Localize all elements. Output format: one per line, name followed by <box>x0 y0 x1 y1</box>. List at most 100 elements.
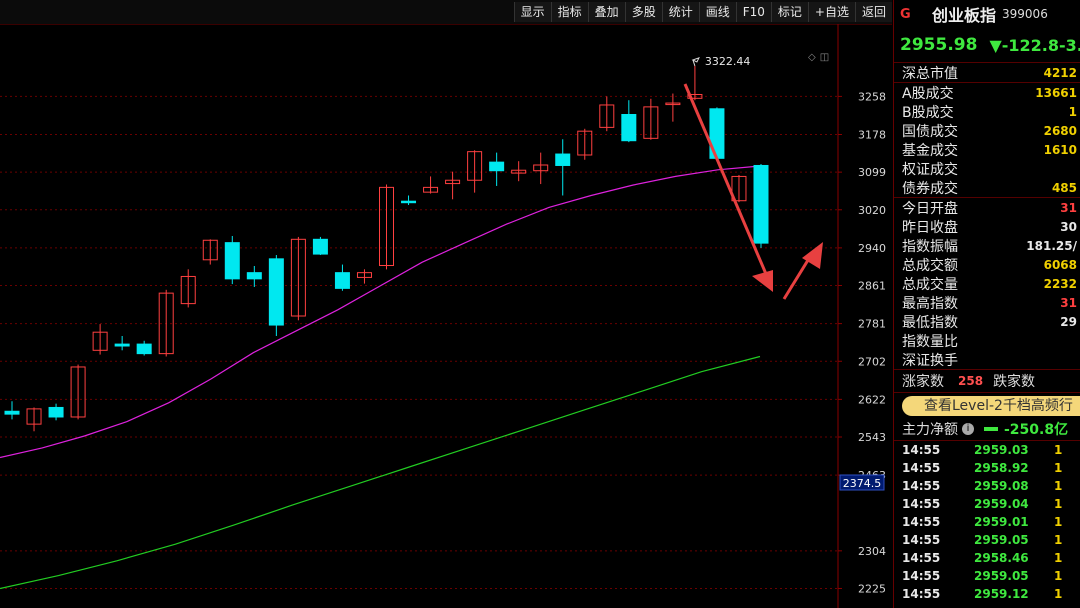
candle-body-down <box>268 258 284 326</box>
candle-body-down <box>312 238 328 255</box>
stat-label: 深证换手 <box>902 352 958 369</box>
stat-label: 深总市值 <box>902 65 958 82</box>
stat-label: 指数振幅 <box>902 238 958 255</box>
price-change-value: ▼-122.8 <box>989 35 1059 55</box>
stat-label: B股成交 <box>902 104 954 121</box>
tick-volume: 1 <box>1054 587 1063 601</box>
stat-row: 深证换手 <box>894 350 1080 369</box>
candle-body-down <box>334 272 350 289</box>
y-tick-label: 2861 <box>858 280 886 293</box>
stat-label: 债券成交 <box>902 180 958 197</box>
info-icon[interactable]: i <box>962 423 974 435</box>
y-tick-label: 2940 <box>858 242 886 255</box>
toolbar-statistics-button[interactable]: 统计 <box>661 2 699 22</box>
stat-value: 6068 <box>1043 257 1077 272</box>
window-toggle-icon[interactable]: ◫ <box>820 52 833 63</box>
stat-label: 基金成交 <box>902 142 958 159</box>
candle-body-down <box>555 153 571 166</box>
quote-panel: G 创业板指 399006 2955.98 ▼-122.8-3. 深总市值 421… <box>893 0 1080 608</box>
toolbar-draw-button[interactable]: 画线 <box>698 2 736 22</box>
toolbar-overlay-button[interactable]: 叠加 <box>587 2 625 22</box>
high-price-label: 3322.44 <box>705 55 751 68</box>
candle-body-down <box>114 343 130 347</box>
candlestick-chart[interactable]: 3258 3178 3099 3020 2940 2861 2781 2702 2622 2543… <box>0 24 892 608</box>
toolbar-display-button[interactable]: 显示 <box>513 2 551 22</box>
tick-time: 14:55 <box>902 443 941 457</box>
index-code: 399006 <box>1002 7 1048 21</box>
stat-label: 总成交额 <box>902 257 958 274</box>
candle-body-down <box>4 410 20 415</box>
chart-canvas[interactable]: 3258 3178 3099 3020 2940 2861 2781 2702 2622 2543… <box>0 24 892 608</box>
tick-list[interactable]: 14:55 2959.03 1 14:55 2958.92 1 14:55 2959.08 1 1… <box>894 441 1080 603</box>
stat-value: 1 <box>1068 104 1077 119</box>
y-tick-label: 2543 <box>858 431 886 444</box>
y-tick-label: 3020 <box>858 204 886 217</box>
stat-row: 今日开盘 31 <box>894 198 1080 217</box>
stats-group-turnover: A股成交 13661 B股成交 1 国债成交 2680 基金成交 1610 权证成交 债券成交 48… <box>894 82 1080 197</box>
candle-body-down <box>246 272 262 280</box>
y-tick-label: 3178 <box>858 129 886 142</box>
tick-price: 2959.12 <box>974 587 1029 601</box>
tick-volume: 1 <box>1054 461 1063 475</box>
tick-row: 14:55 2959.05 1 <box>894 567 1080 585</box>
tick-volume: 1 <box>1054 551 1063 565</box>
stat-value: 31 <box>1060 200 1077 215</box>
annotation-arrowhead-down <box>752 270 773 292</box>
stat-row: 国债成交 2680 <box>894 121 1080 140</box>
tick-row: 14:55 2959.08 1 <box>894 477 1080 495</box>
stats-group-index: 今日开盘 31 昨日收盘 30 指数振幅 181.25/总成交额 6068 总成交量 2232 最… <box>894 197 1080 369</box>
stat-row: A股成交 13661 <box>894 83 1080 102</box>
tick-price: 2959.05 <box>974 533 1029 547</box>
toolbar-mark-button[interactable]: 标记 <box>770 2 808 22</box>
tick-volume: 1 <box>1054 569 1063 583</box>
tick-volume: 1 <box>1054 533 1063 547</box>
y-tick-label: 2702 <box>858 355 886 368</box>
tick-time: 14:55 <box>902 497 941 511</box>
advance-decline-row: 涨家数 258 跌家数 <box>894 369 1080 393</box>
main-flow-label: 主力净额 <box>902 422 958 438</box>
stats-group-market-value: 深总市值 4212 <box>894 63 1080 82</box>
toolbar-indicator-button[interactable]: 指标 <box>550 2 588 22</box>
stat-row: 指数振幅 181.25/ <box>894 236 1080 255</box>
tick-price: 2959.05 <box>974 569 1029 583</box>
tick-row: 14:55 2959.04 1 <box>894 495 1080 513</box>
stat-value: 2680 <box>1043 123 1077 138</box>
level2-button[interactable]: 查看Level-2千档高频行 <box>902 396 1080 416</box>
y-tick-label: 3258 <box>858 90 886 103</box>
broker-logo-icon: G <box>900 6 911 22</box>
tick-row: 14:55 2959.12 1 <box>894 585 1080 603</box>
toolbar-buttons: 显示 指标 叠加 多股 统计 画线 F10 标记 +自选 返回 <box>513 2 892 22</box>
toolbar-back-button[interactable]: 返回 <box>854 2 892 22</box>
stat-row: 指数量比 <box>894 331 1080 350</box>
tick-volume: 1 <box>1054 515 1063 529</box>
toolbar-f10-button[interactable]: F10 <box>735 2 771 22</box>
y-tick-label: 2622 <box>858 393 886 406</box>
stat-label: 指数量比 <box>902 333 958 350</box>
toolbar-add-watchlist-button[interactable]: +自选 <box>807 2 855 22</box>
stat-row: B股成交 1 <box>894 102 1080 121</box>
candle-body-down <box>621 114 637 142</box>
tick-price: 2958.92 <box>974 461 1029 475</box>
tick-row: 14:55 2958.46 1 <box>894 549 1080 567</box>
y-tick-label: 2781 <box>858 318 886 331</box>
tick-row: 14:55 2959.03 1 <box>894 441 1080 459</box>
diamond-icon[interactable]: ◇ <box>808 52 820 63</box>
tick-price: 2959.08 <box>974 479 1029 493</box>
tick-time: 14:55 <box>902 587 941 601</box>
toolbar-multistock-button[interactable]: 多股 <box>624 2 662 22</box>
tick-time: 14:55 <box>902 551 941 565</box>
stat-value: 31 <box>1060 295 1077 310</box>
stat-label: 国债成交 <box>902 123 958 140</box>
stat-label: A股成交 <box>902 85 954 102</box>
stat-label: 今日开盘 <box>902 200 958 217</box>
tick-time: 14:55 <box>902 479 941 493</box>
flow-bar <box>984 427 998 431</box>
main-flow-value: -250.8亿 <box>1004 422 1069 438</box>
stat-label: 总成交量 <box>902 276 958 293</box>
candle-body-down <box>489 161 505 172</box>
stat-row: 总成交量 2232 <box>894 274 1080 293</box>
stat-value: 181.25/ <box>1026 238 1077 253</box>
candle-body-down <box>136 343 152 355</box>
chart-toolbar: 显示 指标 叠加 多股 统计 画线 F10 标记 +自选 返回 <box>0 0 892 25</box>
price-row: 2955.98 ▼-122.8-3. <box>894 28 1080 63</box>
